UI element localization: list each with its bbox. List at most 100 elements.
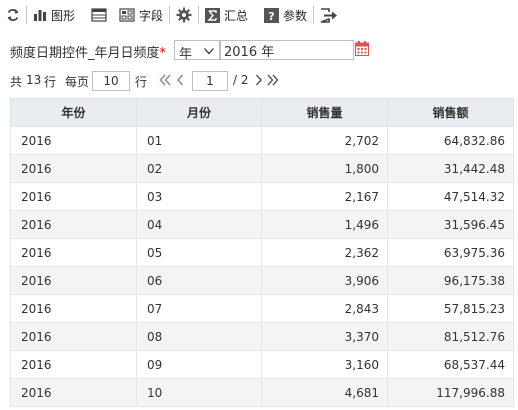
gear-icon: [176, 7, 192, 23]
table-cell: 117,996.88: [387, 378, 514, 407]
table-cell: 2016: [10, 350, 137, 379]
settings-button[interactable]: [176, 0, 192, 30]
table-cell: 64,832.86: [387, 126, 514, 155]
table-cell: 2016: [10, 126, 137, 155]
prev-page-button[interactable]: [175, 71, 185, 92]
last-page-button[interactable]: [266, 71, 280, 92]
table-icon: [91, 8, 107, 22]
required-mark: *: [159, 46, 167, 61]
next-page-button[interactable]: [254, 71, 264, 92]
table-cell: 1,496: [261, 210, 388, 239]
table-cell: 31,442.48: [387, 154, 514, 183]
column-header[interactable]: 年份: [10, 98, 137, 127]
table-cell: 2016: [10, 182, 137, 211]
help-icon: ?: [264, 7, 280, 23]
table-cell: 96,175.38: [387, 266, 514, 295]
table-row: 2016 10 4,681 117,996.88: [10, 378, 514, 407]
toolbar-divider: [26, 6, 27, 24]
column-header[interactable]: 月份: [136, 98, 262, 127]
refresh-icon: [6, 8, 20, 22]
export-button[interactable]: [320, 0, 338, 30]
page-size-input[interactable]: [92, 71, 130, 91]
column-header[interactable]: 销售额: [387, 98, 514, 127]
table-cell: 4,681: [261, 378, 388, 407]
table-cell: 57,815.23: [387, 294, 514, 323]
sigma-icon: [205, 7, 221, 23]
total-rows-suffix: 行: [44, 75, 57, 89]
filter-bar: 频度日期控件_年月日频度* 年: [0, 36, 518, 64]
table-cell: 3,370: [261, 322, 388, 351]
column-header[interactable]: 销售量: [261, 98, 388, 127]
field-icon: [119, 8, 135, 22]
toolbar: 图形 字段 汇总 ? 参数: [0, 0, 518, 30]
page-size-label: 每页: [65, 75, 90, 89]
table-row: 2016 05 2,362 63,975.36: [10, 238, 514, 267]
table-cell: 3,906: [261, 266, 388, 295]
chart-button-label: 图形: [51, 8, 76, 23]
chevron-down-icon: [203, 45, 215, 59]
table-cell: 09: [136, 350, 262, 379]
table-cell: 10: [136, 378, 262, 407]
table-row: 2016 01 2,702 64,832.86: [10, 126, 514, 155]
frequency-select-value: 年: [179, 47, 193, 62]
page-size-suffix: 行: [135, 75, 148, 89]
total-rows-count: 13: [26, 73, 42, 87]
table-cell: 05: [136, 238, 262, 267]
table-cell: 68,537.44: [387, 350, 514, 379]
chart-button[interactable]: 图形: [33, 0, 75, 30]
table-cell: 06: [136, 266, 262, 295]
calendar-icon[interactable]: [355, 41, 369, 59]
table-cell: 31,596.45: [387, 210, 514, 239]
svg-text:?: ?: [268, 10, 274, 23]
toolbar-divider: [313, 6, 315, 24]
export-icon: [320, 7, 338, 23]
table-row: 2016 02 1,800 31,442.48: [10, 154, 514, 183]
chevron-right-icon: [254, 74, 264, 92]
table-cell: 47,514.32: [387, 182, 514, 211]
first-page-button[interactable]: [158, 71, 172, 92]
filter-label: 频度日期控件_年月日频度*: [10, 42, 166, 61]
table-cell: 2,702: [261, 126, 388, 155]
table-row: 2016 03 2,167 47,514.32: [10, 182, 514, 211]
bar-chart-icon: [33, 8, 47, 22]
current-page-input[interactable]: [192, 71, 228, 91]
toolbar-divider: [198, 6, 200, 24]
table-cell: 2016: [10, 294, 137, 323]
table-cell: 2,362: [261, 238, 388, 267]
parameter-button[interactable]: ? 参数: [264, 0, 307, 30]
table-row: 2016 07 2,843 57,815.23: [10, 294, 514, 323]
frequency-select[interactable]: 年: [174, 40, 220, 62]
chevron-left-icon: [175, 74, 185, 92]
table-row: 2016 06 3,906 96,175.38: [10, 266, 514, 295]
table-view-button[interactable]: [91, 0, 107, 30]
filter-label-text: 频度日期控件_年月日频度: [10, 46, 160, 61]
table-cell: 2016: [10, 266, 137, 295]
table-cell: 2,843: [261, 294, 388, 323]
table-cell: 03: [136, 182, 262, 211]
table-cell: 08: [136, 322, 262, 351]
pagination-bar: 共 13 行 每页 行 / 2: [0, 68, 518, 94]
date-input[interactable]: [220, 40, 354, 60]
table-row: 2016 08 3,370 81,512.76: [10, 322, 514, 351]
table-cell: 2016: [10, 322, 137, 351]
table-row: 2016 04 1,496 31,596.45: [10, 210, 514, 239]
table-cell: 63,975.36: [387, 238, 514, 267]
double-chevron-left-icon: [158, 74, 172, 92]
total-pages: / 2: [233, 73, 249, 87]
table-cell: 2016: [10, 210, 137, 239]
table-cell: 1,800: [261, 154, 388, 183]
table-cell: 2,167: [261, 182, 388, 211]
toolbar-divider: [169, 6, 171, 24]
table-cell: 3,160: [261, 350, 388, 379]
table-cell: 04: [136, 210, 262, 239]
summary-button[interactable]: 汇总: [205, 0, 248, 30]
table-header-row: 年份 月份 销售量 销售额: [10, 98, 514, 127]
refresh-button[interactable]: [6, 0, 20, 30]
table-cell: 81,512.76: [387, 322, 514, 351]
field-button[interactable]: 字段: [119, 0, 163, 30]
field-button-label: 字段: [139, 8, 164, 23]
table-cell: 2016: [10, 238, 137, 267]
table-cell: 2016: [10, 154, 137, 183]
table-cell: 01: [136, 126, 262, 155]
total-rows-prefix: 共: [10, 75, 23, 89]
